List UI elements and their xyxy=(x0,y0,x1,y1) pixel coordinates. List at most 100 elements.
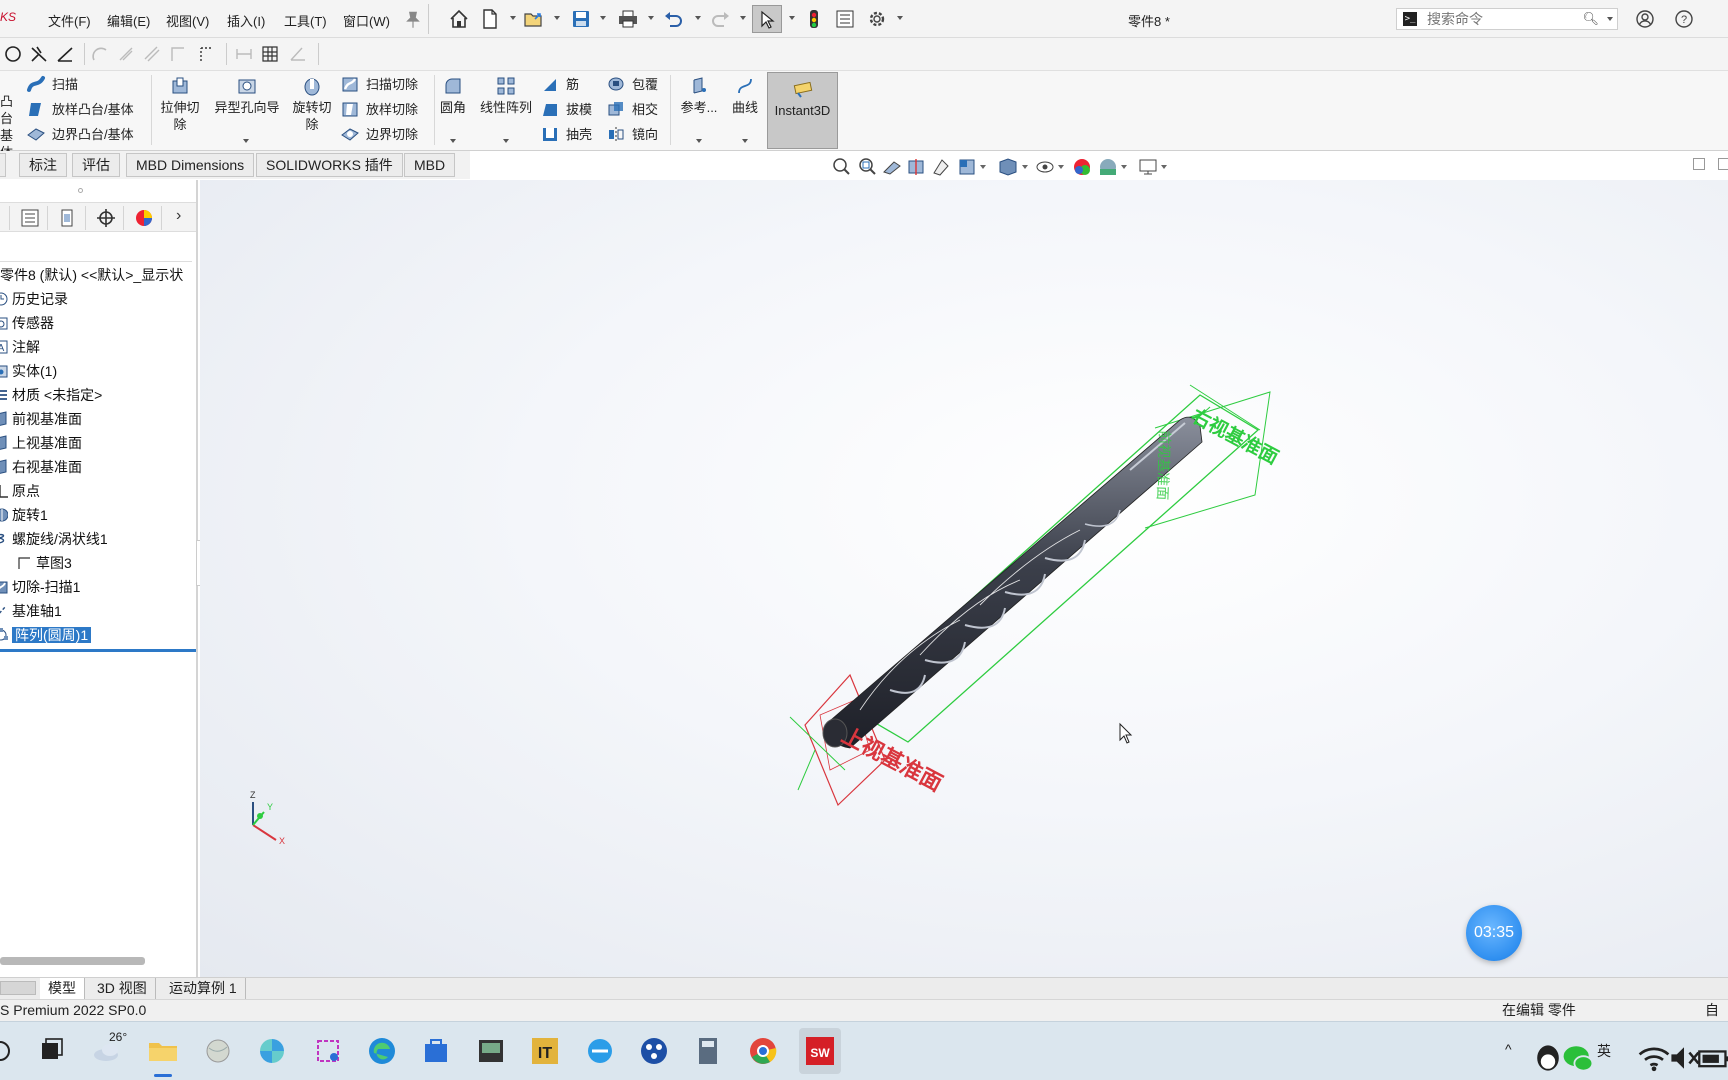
mirror-button[interactable]: 镜向 xyxy=(606,124,658,143)
tab-3d-views[interactable]: 3D 视图 xyxy=(89,978,156,999)
boundary-boss-button[interactable]: 边界凸台/基体 xyxy=(26,124,134,143)
grid-icon[interactable] xyxy=(260,44,280,64)
sweep-boss-button[interactable]: 扫描 xyxy=(26,74,78,93)
chrome-browser-icon[interactable] xyxy=(745,1033,781,1069)
pinwheel-app-icon[interactable] xyxy=(254,1033,290,1069)
menu-window[interactable]: 窗口(W) xyxy=(343,11,390,30)
help-icon[interactable]: ? xyxy=(1673,8,1695,30)
configuration-manager-tab[interactable] xyxy=(50,206,86,230)
home-icon[interactable] xyxy=(448,8,470,30)
chevron-down-icon[interactable] xyxy=(1607,17,1613,21)
wrap-button[interactable]: 包覆 xyxy=(606,74,658,93)
drill-bit-model[interactable] xyxy=(822,416,1203,749)
graphics-area[interactable]: 上视基准面 右视基准面 前视基准面 Z Y X xyxy=(200,180,1728,977)
chevron-down-icon[interactable] xyxy=(648,16,654,20)
tree-item-sensors[interactable]: 传感器 xyxy=(0,313,54,335)
molecule-app-icon[interactable] xyxy=(636,1033,672,1069)
simulation-app-icon[interactable] xyxy=(473,1033,509,1069)
chevron-down-icon[interactable] xyxy=(696,139,702,143)
restore-viewport-icon[interactable] xyxy=(1693,158,1705,170)
edit-appearance-icon[interactable] xyxy=(1074,159,1090,175)
move-entities-icon[interactable] xyxy=(168,44,188,64)
fillet-button[interactable]: 圆角 xyxy=(437,75,469,143)
task-view-icon[interactable] xyxy=(34,1033,70,1069)
section-view-icon[interactable] xyxy=(908,159,924,175)
circle-icon[interactable] xyxy=(3,44,23,64)
tab-solidworks-addins[interactable]: SOLIDWORKS 插件 xyxy=(256,153,403,177)
chevron-down-icon[interactable] xyxy=(503,139,509,143)
calculator-icon[interactable] xyxy=(690,1033,726,1069)
menu-view[interactable]: 视图(V) xyxy=(166,11,209,30)
tree-item-circular-pattern1[interactable]: 阵列(圆周)1 xyxy=(0,625,92,647)
redo-icon[interactable] xyxy=(710,8,732,30)
intersect-button[interactable]: 相交 xyxy=(606,99,658,118)
recording-timer[interactable]: 03:35 xyxy=(1466,905,1522,961)
hole-wizard-button[interactable]: 异型孔向导 xyxy=(209,75,285,143)
lofted-cut-button[interactable]: 放样切除 xyxy=(340,99,418,118)
speaker-muted-icon[interactable] xyxy=(1666,1040,1700,1069)
tree-item-axis1[interactable]: 基准轴1 xyxy=(0,601,62,623)
tab-mbd-dimensions[interactable]: MBD Dimensions xyxy=(126,153,255,177)
apply-scene-icon[interactable] xyxy=(1100,159,1127,175)
search-icon[interactable]: 🔍︎ xyxy=(1582,11,1599,27)
swept-cut-button[interactable]: 扫描切除 xyxy=(340,74,418,93)
it-app-icon[interactable]: IT xyxy=(527,1033,563,1069)
undo-icon[interactable] xyxy=(662,8,684,30)
mirror-entities-icon[interactable] xyxy=(116,44,136,64)
curves-button[interactable]: 曲线 xyxy=(727,75,763,143)
chevron-down-icon[interactable] xyxy=(510,16,516,20)
linear-sketch-pattern-icon[interactable] xyxy=(142,44,162,64)
ie-browser-icon[interactable] xyxy=(582,1033,618,1069)
chevron-down-icon[interactable] xyxy=(695,16,701,20)
tree-item-material[interactable]: 材质 <未指定> xyxy=(0,385,102,407)
menu-edit[interactable]: 编辑(E) xyxy=(107,11,150,30)
solidworks-app-icon[interactable]: SW xyxy=(799,1028,841,1074)
tab-motion-study[interactable]: 运动算例 1 xyxy=(161,978,246,999)
file-properties-icon[interactable] xyxy=(834,8,856,30)
chevron-down-icon[interactable] xyxy=(600,16,606,20)
horizontal-dimension-icon[interactable] xyxy=(234,44,254,64)
network-globe-icon[interactable] xyxy=(200,1033,236,1069)
qq-icon[interactable] xyxy=(1530,1040,1559,1071)
draft-button[interactable]: 拔模 xyxy=(540,99,592,118)
print-icon[interactable] xyxy=(617,8,639,30)
tab-scroll-arrows[interactable] xyxy=(0,981,36,995)
dimxpert-manager-tab[interactable] xyxy=(88,206,124,230)
file-explorer-icon[interactable] xyxy=(145,1033,181,1069)
tree-item-helix1[interactable]: 螺旋线/涡状线1 xyxy=(0,529,108,551)
tree-item-sketch3[interactable]: 草图3 xyxy=(16,553,72,575)
tab-markup[interactable]: 标注 xyxy=(19,153,67,177)
new-document-icon[interactable] xyxy=(479,8,501,30)
zoom-to-fit-icon[interactable] xyxy=(833,158,850,175)
rollback-bar[interactable] xyxy=(0,649,196,652)
search-icon[interactable] xyxy=(0,1033,22,1069)
tab-partial[interactable] xyxy=(0,206,10,230)
chevron-down-icon[interactable] xyxy=(450,139,456,143)
hide-show-items-icon[interactable] xyxy=(1036,161,1064,173)
pin-icon[interactable] xyxy=(402,9,420,31)
instant3d-button[interactable]: Instant3D xyxy=(767,72,838,149)
tree-item-top-plane[interactable]: 上视基准面 xyxy=(0,433,82,455)
reference-geometry-button[interactable]: 参考... xyxy=(674,75,724,143)
panel-grip-icon[interactable] xyxy=(78,188,83,193)
revolve-cut-button[interactable]: 旋转切除 xyxy=(288,75,336,133)
horizontal-scrollbar[interactable] xyxy=(0,957,145,965)
tree-item-revolve1[interactable]: 旋转1 xyxy=(0,505,48,527)
open-folder-icon[interactable] xyxy=(523,8,545,30)
wifi-icon[interactable] xyxy=(1636,1040,1670,1072)
shell-button[interactable]: 抽壳 xyxy=(540,124,592,143)
microsoft-store-icon[interactable] xyxy=(418,1033,454,1069)
tree-item-solid-bodies[interactable]: 实体(1) xyxy=(0,361,57,383)
tab-evaluate[interactable]: 评估 xyxy=(72,153,120,177)
display-manager-tab[interactable] xyxy=(126,206,162,230)
chevron-down-icon[interactable] xyxy=(789,16,795,20)
tree-item-origin[interactable]: 原点 xyxy=(0,481,40,503)
menu-insert[interactable]: 插入(I) xyxy=(227,11,265,30)
account-icon[interactable] xyxy=(1634,8,1656,30)
loft-boss-button[interactable]: 放样凸台/基体 xyxy=(26,99,134,118)
extrude-cut-button[interactable]: 拉伸切除 xyxy=(154,75,206,133)
offset-entities-icon[interactable] xyxy=(90,44,110,64)
boundary-cut-button[interactable]: 边界切除 xyxy=(340,124,418,143)
view-orientation-icon[interactable] xyxy=(959,159,986,175)
tree-item-sweep-cut1[interactable]: 切除-扫描1 xyxy=(0,577,80,599)
